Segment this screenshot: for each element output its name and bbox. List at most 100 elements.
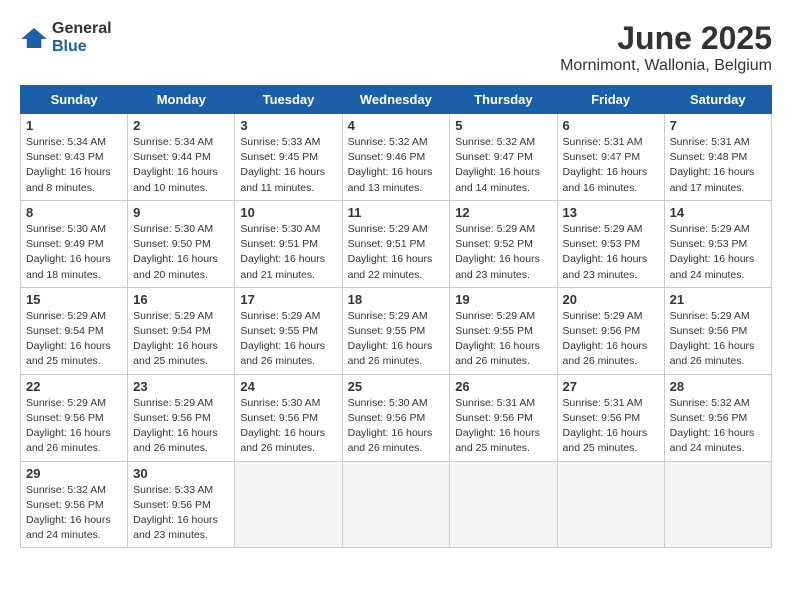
day-info: Sunrise: 5:32 AM Sunset: 9:56 PM Dayligh… — [26, 483, 122, 544]
week-row-4: 22 Sunrise: 5:29 AM Sunset: 9:56 PM Dayli… — [21, 374, 772, 461]
day-info: Sunrise: 5:30 AM Sunset: 9:49 PM Dayligh… — [26, 222, 122, 283]
day-info: Sunrise: 5:29 AM Sunset: 9:56 PM Dayligh… — [670, 309, 766, 370]
day-number: 1 — [26, 118, 122, 133]
day-number: 11 — [348, 205, 445, 220]
day-number: 9 — [133, 205, 229, 220]
day-cell-23: 23 Sunrise: 5:29 AM Sunset: 9:56 PM Dayli… — [128, 374, 235, 461]
day-number: 27 — [563, 379, 659, 394]
day-info: Sunrise: 5:30 AM Sunset: 9:50 PM Dayligh… — [133, 222, 229, 283]
day-number: 19 — [455, 292, 551, 307]
day-info: Sunrise: 5:30 AM Sunset: 9:56 PM Dayligh… — [348, 396, 445, 457]
empty-cell — [664, 461, 771, 548]
week-row-5: 29 Sunrise: 5:32 AM Sunset: 9:56 PM Dayli… — [21, 461, 772, 548]
day-number: 13 — [563, 205, 659, 220]
day-info: Sunrise: 5:34 AM Sunset: 9:44 PM Dayligh… — [133, 135, 229, 196]
empty-cell — [557, 461, 664, 548]
day-number: 6 — [563, 118, 659, 133]
day-info: Sunrise: 5:32 AM Sunset: 9:56 PM Dayligh… — [670, 396, 766, 457]
day-cell-16: 16 Sunrise: 5:29 AM Sunset: 9:54 PM Dayli… — [128, 287, 235, 374]
day-info: Sunrise: 5:29 AM Sunset: 9:54 PM Dayligh… — [133, 309, 229, 370]
day-number: 26 — [455, 379, 551, 394]
day-number: 18 — [348, 292, 445, 307]
day-cell-24: 24 Sunrise: 5:30 AM Sunset: 9:56 PM Dayli… — [235, 374, 342, 461]
day-info: Sunrise: 5:29 AM Sunset: 9:55 PM Dayligh… — [348, 309, 445, 370]
day-info: Sunrise: 5:30 AM Sunset: 9:56 PM Dayligh… — [240, 396, 336, 457]
day-cell-5: 5 Sunrise: 5:32 AM Sunset: 9:47 PM Daylig… — [450, 114, 557, 201]
day-number: 5 — [455, 118, 551, 133]
empty-cell — [450, 461, 557, 548]
day-cell-4: 4Sunrise: 5:32 AM Sunset: 9:46 PM Daylig… — [342, 114, 450, 201]
day-cell-27: 27 Sunrise: 5:31 AM Sunset: 9:56 PM Dayli… — [557, 374, 664, 461]
day-number: 10 — [240, 205, 336, 220]
calendar-table: SundayMondayTuesdayWednesdayThursdayFrid… — [20, 85, 772, 548]
day-cell-21: 21 Sunrise: 5:29 AM Sunset: 9:56 PM Dayli… — [664, 287, 771, 374]
day-cell-17: 17Sunrise: 5:29 AM Sunset: 9:55 PM Dayli… — [235, 287, 342, 374]
day-info: Sunrise: 5:29 AM Sunset: 9:53 PM Dayligh… — [563, 222, 659, 283]
day-info: Sunrise: 5:29 AM Sunset: 9:56 PM Dayligh… — [133, 396, 229, 457]
day-cell-7: 7 Sunrise: 5:31 AM Sunset: 9:48 PM Daylig… — [664, 114, 771, 201]
day-info: Sunrise: 5:31 AM Sunset: 9:47 PM Dayligh… — [563, 135, 659, 196]
week-row-1: 1 Sunrise: 5:34 AM Sunset: 9:43 PM Daylig… — [21, 114, 772, 201]
day-info: Sunrise: 5:29 AM Sunset: 9:54 PM Dayligh… — [26, 309, 122, 370]
day-number: 21 — [670, 292, 766, 307]
day-info: Sunrise: 5:32 AM Sunset: 9:47 PM Dayligh… — [455, 135, 551, 196]
day-info: Sunrise: 5:31 AM Sunset: 9:56 PM Dayligh… — [563, 396, 659, 457]
day-info: Sunrise: 5:31 AM Sunset: 9:48 PM Dayligh… — [670, 135, 766, 196]
header-cell-thursday: Thursday — [450, 86, 557, 114]
header-cell-friday: Friday — [557, 86, 664, 114]
day-cell-10: 10 Sunrise: 5:30 AM Sunset: 9:51 PM Dayli… — [235, 200, 342, 287]
day-cell-15: 15 Sunrise: 5:29 AM Sunset: 9:54 PM Dayli… — [21, 287, 128, 374]
day-number: 23 — [133, 379, 229, 394]
day-cell-14: 14 Sunrise: 5:29 AM Sunset: 9:53 PM Dayli… — [664, 200, 771, 287]
day-info: Sunrise: 5:34 AM Sunset: 9:43 PM Dayligh… — [26, 135, 122, 196]
day-info: Sunrise: 5:30 AM Sunset: 9:51 PM Dayligh… — [240, 222, 336, 283]
calendar-title: June 2025 — [560, 20, 772, 57]
day-cell-26: 26Sunrise: 5:31 AM Sunset: 9:56 PM Dayli… — [450, 374, 557, 461]
day-cell-9: 9 Sunrise: 5:30 AM Sunset: 9:50 PM Daylig… — [128, 200, 235, 287]
day-number: 15 — [26, 292, 122, 307]
day-cell-8: 8 Sunrise: 5:30 AM Sunset: 9:49 PM Daylig… — [21, 200, 128, 287]
empty-cell — [342, 461, 450, 548]
day-cell-22: 22Sunrise: 5:29 AM Sunset: 9:56 PM Dayli… — [21, 374, 128, 461]
day-info: Sunrise: 5:29 AM Sunset: 9:51 PM Dayligh… — [348, 222, 445, 283]
day-cell-12: 12Sunrise: 5:29 AM Sunset: 9:52 PM Dayli… — [450, 200, 557, 287]
day-number: 8 — [26, 205, 122, 220]
logo-icon — [20, 28, 48, 48]
day-info: Sunrise: 5:33 AM Sunset: 9:45 PM Dayligh… — [240, 135, 336, 196]
day-number: 16 — [133, 292, 229, 307]
calendar-subtitle: Mornimont, Wallonia, Belgium — [560, 57, 772, 75]
day-cell-28: 28 Sunrise: 5:32 AM Sunset: 9:56 PM Dayli… — [664, 374, 771, 461]
day-number: 25 — [348, 379, 445, 394]
header-cell-monday: Monday — [128, 86, 235, 114]
day-cell-13: 13 Sunrise: 5:29 AM Sunset: 9:53 PM Dayli… — [557, 200, 664, 287]
day-cell-6: 6 Sunrise: 5:31 AM Sunset: 9:47 PM Daylig… — [557, 114, 664, 201]
logo-blue: Blue — [52, 38, 87, 55]
logo-general: General — [52, 20, 112, 37]
day-info: Sunrise: 5:29 AM Sunset: 9:55 PM Dayligh… — [455, 309, 551, 370]
day-number: 28 — [670, 379, 766, 394]
day-number: 7 — [670, 118, 766, 133]
week-row-2: 8 Sunrise: 5:30 AM Sunset: 9:49 PM Daylig… — [21, 200, 772, 287]
day-info: Sunrise: 5:32 AM Sunset: 9:46 PM Dayligh… — [348, 135, 445, 196]
logo: General Blue — [20, 20, 112, 56]
day-info: Sunrise: 5:29 AM Sunset: 9:53 PM Dayligh… — [670, 222, 766, 283]
day-number: 22 — [26, 379, 122, 394]
day-number: 17 — [240, 292, 336, 307]
header-cell-saturday: Saturday — [664, 86, 771, 114]
title-area: June 2025 Mornimont, Wallonia, Belgium — [560, 20, 772, 75]
day-info: Sunrise: 5:33 AM Sunset: 9:56 PM Dayligh… — [133, 483, 229, 544]
header: General Blue June 2025 Mornimont, Wallon… — [20, 20, 772, 75]
day-number: 12 — [455, 205, 551, 220]
day-cell-29: 29 Sunrise: 5:32 AM Sunset: 9:56 PM Dayli… — [21, 461, 128, 548]
empty-cell — [235, 461, 342, 548]
day-number: 29 — [26, 466, 122, 481]
day-number: 24 — [240, 379, 336, 394]
day-cell-2: 2Sunrise: 5:34 AM Sunset: 9:44 PM Daylig… — [128, 114, 235, 201]
calendar-header: SundayMondayTuesdayWednesdayThursdayFrid… — [21, 86, 772, 114]
day-cell-20: 20Sunrise: 5:29 AM Sunset: 9:56 PM Dayli… — [557, 287, 664, 374]
day-cell-18: 18 Sunrise: 5:29 AM Sunset: 9:55 PM Dayli… — [342, 287, 450, 374]
day-cell-19: 19 Sunrise: 5:29 AM Sunset: 9:55 PM Dayli… — [450, 287, 557, 374]
header-cell-tuesday: Tuesday — [235, 86, 342, 114]
calendar-body: 1 Sunrise: 5:34 AM Sunset: 9:43 PM Daylig… — [21, 114, 772, 548]
day-number: 14 — [670, 205, 766, 220]
